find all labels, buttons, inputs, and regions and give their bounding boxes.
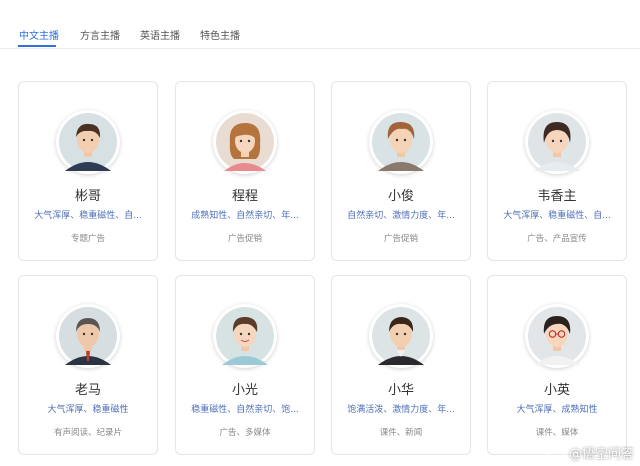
young-male-avatar-icon xyxy=(369,110,433,174)
anchor-voice-tags: 稳重磁性、自然亲切、饱... xyxy=(191,405,299,415)
tab-chinese-anchors[interactable]: 中文主播 xyxy=(19,27,59,42)
anchor-voice-tags: 大气浑厚、稳重磁性、自... xyxy=(503,211,611,221)
anchor-name: 小俊 xyxy=(387,189,414,204)
watermark: @悟空问答 xyxy=(547,443,634,462)
anchor-card[interactable]: 老马 大气浑厚、稳重磁性 有声阅读、纪录片 xyxy=(18,275,158,455)
anchor-name: 老马 xyxy=(74,383,101,398)
anchor-voice-tags: 大气浑厚、稳重磁性、自... xyxy=(34,211,142,221)
anchor-usage: 广告、产品宣传 xyxy=(527,234,587,244)
anchor-usage: 专题广告 xyxy=(70,234,105,244)
anchor-usage: 广告促销 xyxy=(227,234,262,244)
active-tab-indicator xyxy=(18,45,56,47)
tab-english-anchors[interactable]: 英语主播 xyxy=(140,27,180,42)
anchor-voice-tags: 大气浑厚、成熟知性 xyxy=(516,405,598,415)
tab-special-anchors[interactable]: 特色主播 xyxy=(200,27,240,42)
watermark-text: @悟空问答 xyxy=(568,447,634,462)
male-avatar-icon xyxy=(525,110,589,174)
anchor-card[interactable]: 彬哥 大气浑厚、稳重磁性、自... 专题广告 xyxy=(18,81,158,261)
male-avatar-icon xyxy=(56,110,120,174)
anchor-name: 彬哥 xyxy=(74,189,101,204)
anchor-usage: 课件、媒体 xyxy=(535,428,579,438)
anchor-usage: 广告、多媒体 xyxy=(219,428,271,438)
anchor-name: 韦香主 xyxy=(537,189,577,204)
anchor-usage: 课件、新闻 xyxy=(379,428,423,438)
tab-dialect-anchors[interactable]: 方言主播 xyxy=(80,27,120,42)
older-male-avatar-icon xyxy=(56,304,120,368)
anchor-usage: 广告促销 xyxy=(383,234,418,244)
anchor-card[interactable]: 小俊 自然亲切、激情力度、年... 广告促销 xyxy=(331,81,471,261)
anchor-name: 小光 xyxy=(231,383,258,398)
anchor-card[interactable]: 小光 稳重磁性、自然亲切、饱... 广告、多媒体 xyxy=(175,275,315,455)
anchor-name: 程程 xyxy=(231,189,258,204)
anchor-name: 小华 xyxy=(387,383,414,398)
anchor-card[interactable]: 韦香主 大气浑厚、稳重磁性、自... 广告、产品宣传 xyxy=(487,81,627,261)
anchor-voice-tags: 饱满活泼、激情力度、年... xyxy=(347,405,455,415)
anchor-voice-tags: 大气浑厚、稳重磁性 xyxy=(47,405,129,415)
young-male-avatar-icon xyxy=(213,304,277,368)
anchor-name: 小英 xyxy=(543,383,570,398)
anchor-usage: 有声阅读、纪录片 xyxy=(53,428,122,438)
anchor-voice-tags: 自然亲切、激情力度、年... xyxy=(347,211,455,221)
male-avatar-icon xyxy=(369,304,433,368)
female-avatar-icon xyxy=(213,110,277,174)
anchor-card[interactable]: 小华 饱满活泼、激情力度、年... 课件、新闻 xyxy=(331,275,471,455)
anchor-card[interactable]: 程程 成熟知性、自然亲切、年... 广告促销 xyxy=(175,81,315,261)
wukong-logo-icon xyxy=(547,443,565,462)
anchor-card[interactable]: 小英 大气浑厚、成熟知性 课件、媒体 xyxy=(487,275,627,455)
anchor-voice-tags: 成熟知性、自然亲切、年... xyxy=(191,211,299,221)
anchor-category-tabs: 中文主播 方言主播 英语主播 特色主播 xyxy=(0,0,640,49)
female-glasses-avatar-icon xyxy=(525,304,589,368)
